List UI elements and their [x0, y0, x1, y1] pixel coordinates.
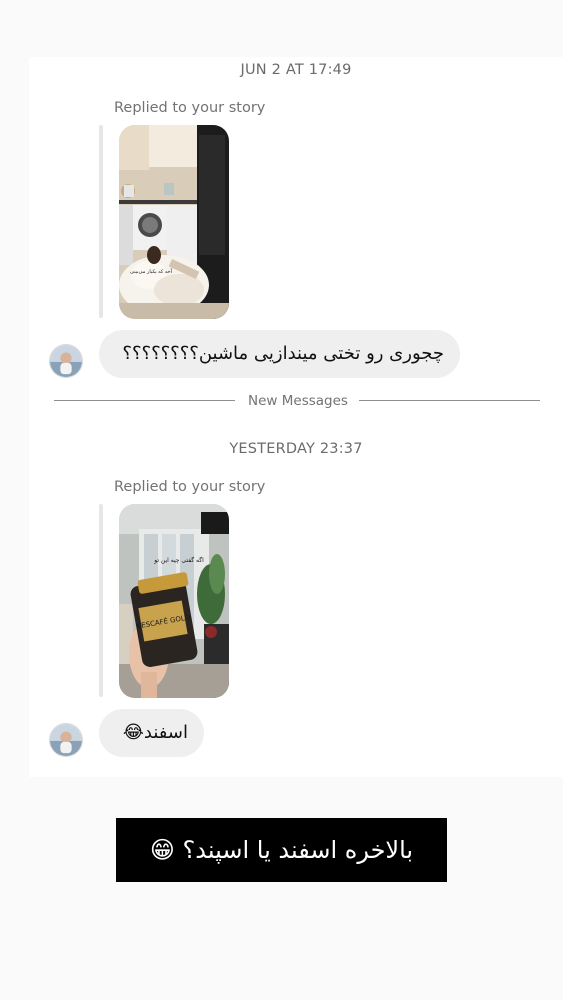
avatar-first[interactable]: [49, 344, 83, 378]
timestamp-second: YESTERDAY 23:37: [229, 441, 363, 457]
dm-thread-card: JUN 2 AT 17:49 Replied to your story آخه…: [29, 57, 563, 777]
story-caption-text: بالاخره اسفند یا اسپند؟ 😁: [116, 818, 447, 882]
story-overlay-text-second: اگه گفتی چیه این تو: [153, 556, 204, 564]
reply-quote-bar-second: [99, 504, 103, 697]
story-thumbnail-second[interactable]: NESCAFÉ GOLD اگه گفتی چیه این تو: [119, 504, 229, 698]
message-bubble-first[interactable]: چجوری رو تختی میندازیی ماشین؟؟؟؟؟؟؟؟: [99, 330, 460, 378]
divider-line-right: [359, 400, 540, 401]
avatar-second[interactable]: [49, 723, 83, 757]
message-bubble-second[interactable]: اسفند😂: [99, 709, 204, 757]
replied-to-story-label-first: Replied to your story: [114, 100, 266, 116]
new-messages-divider-label: New Messages: [248, 393, 348, 409]
replied-to-story-label-second: Replied to your story: [114, 479, 266, 495]
timestamp-first: JUN 2 AT 17:49: [240, 62, 352, 78]
story-thumbnail-first[interactable]: آخه که یکبار می‌بینی: [119, 125, 229, 319]
divider-line-left: [54, 400, 235, 401]
story-overlay-text-first: آخه که یکبار می‌بینی: [130, 268, 173, 275]
reply-quote-bar-first: [99, 125, 103, 318]
